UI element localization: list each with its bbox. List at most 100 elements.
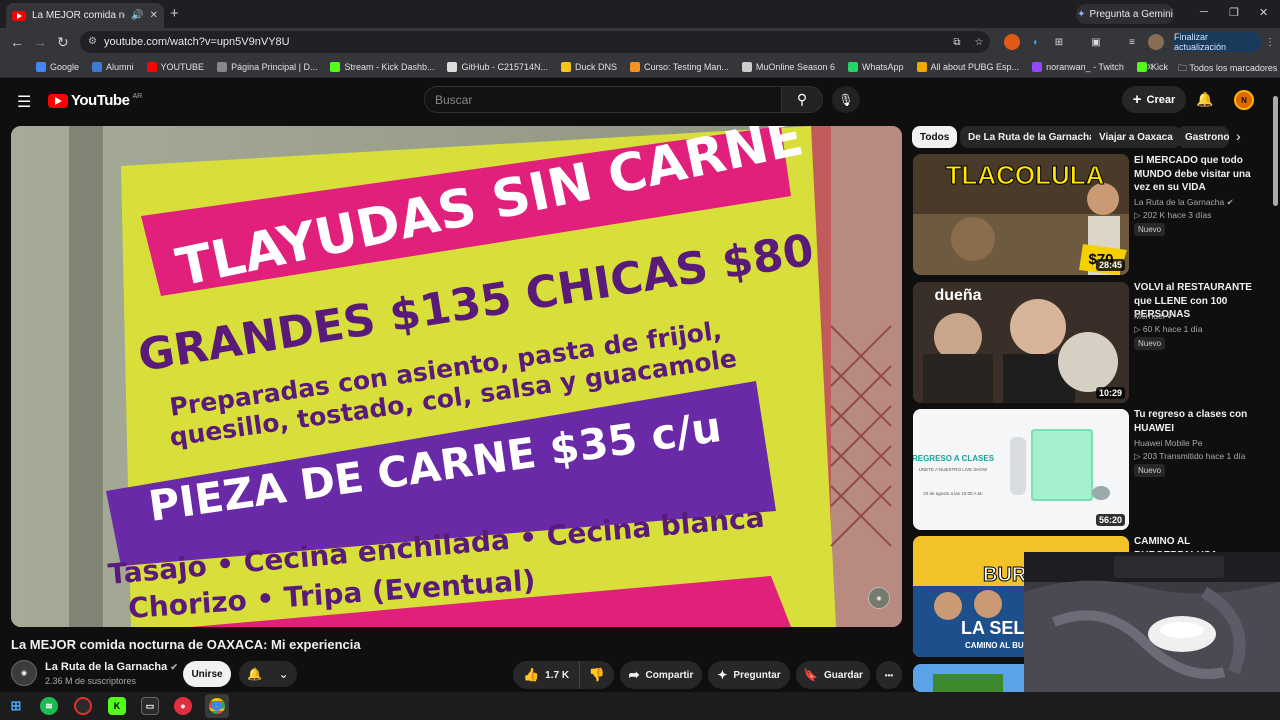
back-button[interactable]: ←	[10, 34, 24, 50]
bookmark-item[interactable]: All about PUBG Esp...	[916, 61, 1019, 72]
share-icon: ➦	[628, 667, 640, 682]
bookmark-item[interactable]: YOUTUBE	[146, 61, 204, 72]
site-info-icon[interactable]: ⚙	[88, 36, 97, 47]
all-bookmarks-label: Todos los marcadores	[1189, 63, 1278, 73]
share-button[interactable]: ➦ Compartir	[620, 661, 702, 689]
channel-watermark[interactable]: ◉	[868, 587, 890, 609]
media-control-icon[interactable]: ≡	[1124, 34, 1140, 50]
channel-name[interactable]: La Ruta de la Garnacha ✔	[45, 661, 178, 673]
extension-icon[interactable]	[1004, 34, 1020, 50]
bookmark-item[interactable]: Duck DNS	[561, 61, 617, 72]
bookmark-item[interactable]: Google	[36, 61, 79, 72]
windows-start-icon[interactable]: ⊞	[7, 697, 25, 715]
bookmark-favicon-icon	[741, 61, 752, 72]
address-bar[interactable]: ⚙ youtube.com/watch?v=upn5V9nVY8U	[80, 31, 990, 53]
bookmark-item[interactable]: WhatsApp	[847, 61, 904, 72]
extensions-puzzle-icon[interactable]: ⊞	[1051, 34, 1067, 50]
bookmark-star-icon[interactable]: ☆	[971, 34, 987, 50]
rec-thumbnail-2[interactable]: dueña 10:29	[913, 282, 1129, 403]
bell-icon: 🔔	[247, 667, 263, 681]
rec-thumbnail-1[interactable]: TLACOLULA $70 28:45	[913, 154, 1129, 275]
save-button[interactable]: 🔖 Guardar	[796, 661, 870, 689]
bookmark-item[interactable]: noranwan_ - Twitch	[1032, 61, 1124, 72]
play-count-icon: ▷	[1134, 451, 1141, 461]
rec-3-channel[interactable]: Huawei Mobile Pe	[1134, 438, 1203, 448]
rec-1-channel[interactable]: La Ruta de la Garnacha ✔	[1134, 197, 1234, 208]
channel-avatar[interactable]: ◉	[11, 660, 37, 686]
country-code: AR	[132, 93, 143, 100]
chip-gastronomy[interactable]: Gastrono	[1177, 126, 1229, 148]
chrome-taskbar-button[interactable]	[205, 694, 229, 718]
create-button[interactable]: + Crear	[1122, 86, 1186, 113]
play-count-icon: ▷	[1134, 210, 1141, 220]
join-button[interactable]: Unirse	[183, 661, 231, 687]
close-tab-icon[interactable]: ✕	[150, 10, 158, 21]
kick-icon[interactable]: K	[108, 697, 126, 715]
like-button[interactable]: 👍 1.7 K	[513, 661, 579, 689]
more-actions-button[interactable]: •••	[876, 661, 902, 689]
menu-icon[interactable]: ☰	[17, 92, 31, 112]
browser-menu-icon[interactable]: ⋮	[1262, 34, 1278, 50]
url-text: youtube.com/watch?v=upn5V9nVY8U	[104, 36, 290, 48]
rec-2-channel[interactable]: Mernuel ✔	[1134, 311, 1174, 322]
maximize-button[interactable]: ❐	[1229, 6, 1239, 19]
verified-icon: ✔	[1167, 311, 1175, 321]
terminal-icon[interactable]: ▭	[141, 697, 159, 715]
bookmark-favicon-icon	[1136, 61, 1147, 72]
rec-3-meta-text: 203 Transmitido hace 1 día	[1142, 451, 1246, 461]
video-player[interactable]: TLAYUDAS SIN CARNE GRANDES $135 CHICAS $…	[11, 126, 902, 627]
spotify-icon[interactable]: ≋	[40, 697, 58, 715]
gemini-button[interactable]: ✦ Pregunta a Gemini	[1076, 4, 1174, 24]
subscription-notifications-button[interactable]: 🔔 ⌄	[239, 661, 297, 687]
rec-2-thumb-text: dueña	[934, 287, 981, 304]
bookmark-item[interactable]: Alumni	[92, 61, 134, 72]
install-app-icon[interactable]: ⧉	[949, 34, 965, 50]
microphone-icon: 🎙	[838, 92, 854, 107]
more-bookmarks-icon[interactable]: »	[1147, 59, 1154, 73]
bookmark-item[interactable]: Curso: Testing Man...	[630, 61, 729, 72]
gemini-icon: ✦	[1077, 8, 1086, 20]
minimize-button[interactable]: ─	[1200, 6, 1208, 18]
scrollbar-thumb[interactable]	[1273, 96, 1278, 206]
rec-1-badge: Nuevo	[1134, 223, 1166, 236]
chip-channel[interactable]: De La Ruta de la Garnacha	[960, 126, 1103, 148]
dislike-button[interactable]: 👎	[579, 661, 614, 689]
ask-button[interactable]: ✦ Preguntar	[708, 661, 790, 689]
rec-3-title[interactable]: Tu regreso a clases con HUAWEI	[1134, 408, 1264, 435]
search-input[interactable]: Buscar	[424, 86, 782, 113]
play-count-icon: ▷	[1134, 324, 1141, 334]
search-button[interactable]: ⚲	[781, 86, 823, 113]
profile-avatar-icon[interactable]	[1148, 34, 1164, 50]
speaker-icon[interactable]: 🔊	[131, 10, 143, 21]
rec-thumbnail-3[interactable]: REGRESO A CLASES ÚNETE A NUESTRO LIVE SH…	[913, 409, 1129, 530]
bookmark-item[interactable]: MuOnline Season 6	[741, 61, 835, 72]
notifications-bell-icon[interactable]: 🔔	[1196, 91, 1213, 108]
chip-oaxaca[interactable]: Viajar a Oaxaca	[1091, 126, 1181, 148]
app-icon[interactable]: ●	[174, 697, 192, 715]
reload-button[interactable]: ↻	[57, 34, 69, 51]
side-panel-icon[interactable]: ▣	[1088, 34, 1104, 50]
close-window-button[interactable]: ✕	[1259, 6, 1268, 19]
rec-3-thumb-text: REGRESO A CLASES	[913, 454, 995, 463]
browser-tab[interactable]: La MEJOR comida nocturna de OAXACA: Mi e…	[6, 3, 164, 28]
chip-all[interactable]: Todos	[912, 126, 958, 148]
rec-3-duration: 56:20	[1095, 514, 1125, 526]
opera-icon[interactable]	[74, 697, 92, 715]
new-tab-button[interactable]: +	[170, 5, 179, 22]
all-bookmarks-button[interactable]: 🗀 Todos los marcadores	[1178, 61, 1277, 77]
bookmark-item[interactable]: Página Principal | D...	[217, 61, 317, 72]
voice-search-button[interactable]: 🎙	[832, 86, 860, 113]
translate-extension-icon[interactable]: ◖	[1027, 34, 1043, 50]
bookmark-item[interactable]: Stream - Kick Dashb...	[330, 61, 434, 72]
channel-name-text: La Ruta de la Garnacha	[45, 661, 168, 673]
bookmark-item[interactable]: GitHub - C215714N...	[447, 61, 548, 72]
forward-button[interactable]: →	[33, 34, 47, 50]
finish-update-button[interactable]: Finalizar actualización	[1174, 32, 1262, 52]
rec-4-thumb-sub: CAMINO AL BU	[965, 641, 1024, 650]
youtube-logo[interactable]: YouTube AR	[48, 92, 142, 109]
rec-1-title[interactable]: El MERCADO que todo MUNDO debe visitar u…	[1134, 154, 1264, 195]
rec-2-badge: Nuevo	[1134, 337, 1166, 350]
account-avatar[interactable]: N	[1234, 90, 1254, 110]
chevron-right-icon[interactable]: ›	[1236, 128, 1241, 144]
rec-2-channel-text: Mernuel	[1134, 311, 1165, 321]
